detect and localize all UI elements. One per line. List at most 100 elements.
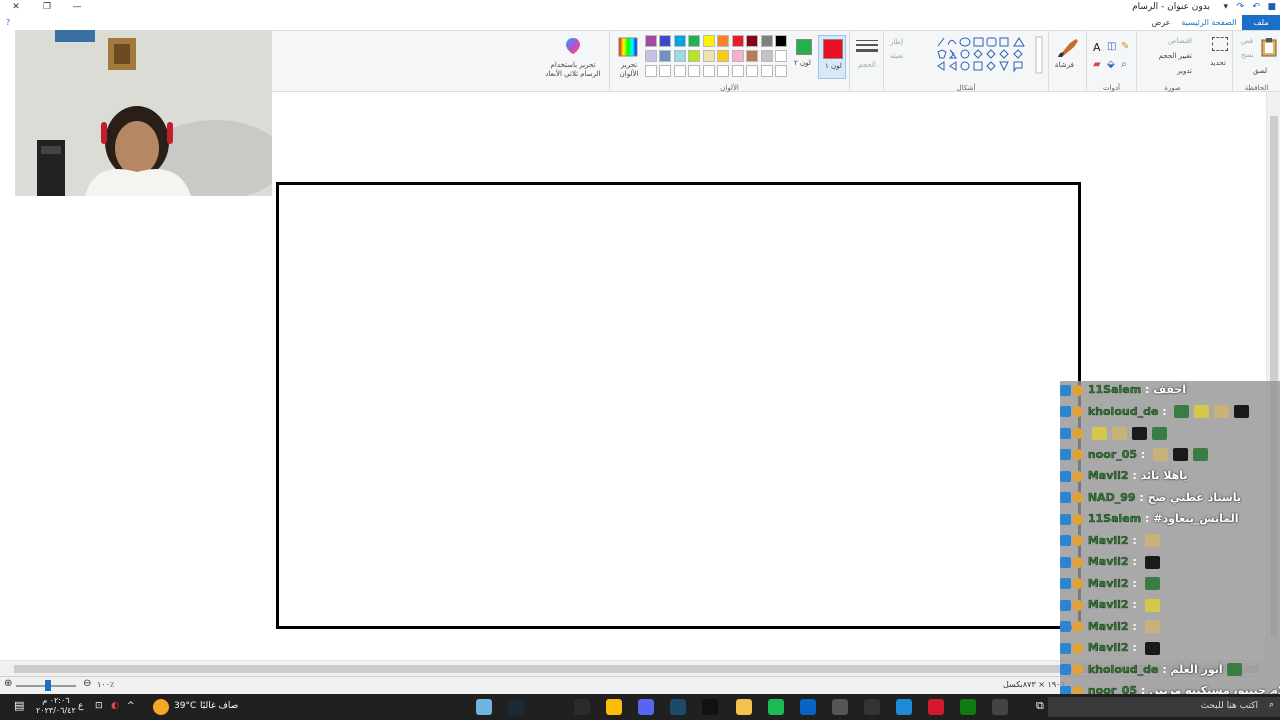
language-indicator[interactable]: ع bbox=[78, 701, 83, 711]
weather-icon[interactable] bbox=[153, 699, 169, 715]
paint-app-icon[interactable] bbox=[476, 699, 492, 715]
resize-label[interactable]: تغيير الحجم bbox=[1159, 52, 1192, 60]
brush-icon[interactable] bbox=[1056, 37, 1080, 59]
chat-username[interactable]: Mavii2 bbox=[1088, 469, 1129, 482]
clock[interactable]: ٠٢:٠٦ م ٢٠٢٣/٠٦/٤٢ bbox=[36, 696, 76, 716]
terminal-icon[interactable] bbox=[864, 699, 880, 715]
palette-swatch[interactable] bbox=[731, 35, 744, 47]
chat-username[interactable]: Mavii2 bbox=[1088, 533, 1129, 546]
zoom-slider-thumb[interactable] bbox=[45, 680, 51, 691]
palette-swatch[interactable] bbox=[673, 50, 686, 62]
outline-label[interactable]: إطار bbox=[890, 38, 903, 46]
palette-swatch[interactable] bbox=[731, 50, 744, 62]
text-tool-icon[interactable]: A bbox=[1093, 41, 1101, 54]
save-icon[interactable]: ■ bbox=[1267, 2, 1276, 12]
edit-colors-label[interactable]: تحرير الألوان bbox=[614, 61, 644, 79]
palette-swatch-empty[interactable] bbox=[659, 65, 671, 77]
palette-swatch[interactable] bbox=[673, 35, 686, 47]
shapes-gallery[interactable] bbox=[936, 36, 1044, 76]
crop-label[interactable]: اقتصاص bbox=[1168, 37, 1192, 45]
outlook-icon[interactable] bbox=[800, 699, 816, 715]
tray-chevron-icon[interactable]: ^ bbox=[127, 701, 135, 711]
notifications-icon[interactable]: ▤ bbox=[14, 699, 24, 712]
chat-username[interactable]: Mavii2 bbox=[1088, 641, 1129, 654]
drawing-canvas[interactable] bbox=[276, 182, 1081, 629]
paste-label[interactable]: لصق bbox=[1253, 67, 1267, 75]
palette-swatch[interactable] bbox=[775, 35, 787, 47]
network-icon[interactable]: ⊡ bbox=[95, 701, 103, 711]
tab-home[interactable]: الصفحة الرئيسية bbox=[1178, 15, 1240, 30]
minimize-button[interactable]: — bbox=[66, 0, 88, 15]
brushes-label[interactable]: فرشاة bbox=[1055, 61, 1074, 69]
color2-swatch[interactable] bbox=[796, 39, 812, 55]
task-view-icon[interactable]: ⧉ bbox=[1036, 699, 1044, 713]
palette-swatch-empty[interactable] bbox=[644, 65, 657, 77]
palette-swatch-empty[interactable] bbox=[688, 65, 700, 77]
cut-label[interactable]: قص bbox=[1241, 37, 1253, 45]
palette-swatch-empty[interactable] bbox=[702, 65, 715, 77]
customize-qat-icon[interactable]: ▾ bbox=[1223, 2, 1228, 12]
folder-icon[interactable] bbox=[736, 699, 752, 715]
rotate-label[interactable]: تدوير bbox=[1177, 67, 1192, 75]
palette-swatch[interactable] bbox=[688, 50, 700, 62]
color1-swatch[interactable] bbox=[823, 39, 843, 59]
fill-bucket-icon[interactable]: ⬙ bbox=[1107, 59, 1115, 70]
chat-username[interactable]: Mavii2 bbox=[1088, 619, 1129, 632]
undo-icon[interactable]: ↶ bbox=[1252, 2, 1260, 12]
magnifier-icon[interactable]: ⌕ bbox=[1121, 59, 1127, 70]
chat-username[interactable]: NAD_99 bbox=[1088, 490, 1136, 503]
copy-label[interactable]: نسخ bbox=[1241, 51, 1254, 59]
palette-swatch[interactable] bbox=[659, 35, 671, 47]
close-button[interactable]: ✕ bbox=[5, 0, 27, 15]
chrome-icon[interactable] bbox=[606, 699, 622, 715]
edge-icon[interactable] bbox=[896, 699, 912, 715]
select-tool[interactable]: تحديد bbox=[1208, 31, 1232, 93]
weather-temp[interactable]: 39°C bbox=[174, 701, 196, 711]
chat-username[interactable]: 11Salem bbox=[1088, 383, 1142, 396]
palette-swatch-empty[interactable] bbox=[775, 65, 787, 77]
settings-gear-icon[interactable] bbox=[992, 699, 1008, 715]
palette-swatch[interactable] bbox=[717, 35, 729, 47]
spotify-icon[interactable] bbox=[768, 699, 784, 715]
color-picker-icon[interactable]: ◫ bbox=[1107, 41, 1116, 52]
palette-swatch[interactable] bbox=[644, 35, 657, 47]
search-box[interactable]: اكتب هنا للبحث ⌕ bbox=[1048, 697, 1280, 717]
pencil-icon[interactable]: ✎ bbox=[1121, 41, 1129, 52]
size-lines-icon[interactable] bbox=[856, 39, 878, 55]
palette-swatch-empty[interactable] bbox=[717, 65, 729, 77]
palette-swatch-empty[interactable] bbox=[673, 65, 686, 77]
color1-selector[interactable]: لون ١ bbox=[818, 35, 846, 79]
chat-username[interactable]: 11Salem bbox=[1088, 512, 1142, 525]
palette-swatch[interactable] bbox=[746, 35, 758, 47]
paint3d-icon[interactable] bbox=[565, 37, 581, 55]
palette-swatch-empty[interactable] bbox=[746, 65, 758, 77]
discord-icon[interactable] bbox=[638, 699, 654, 715]
chat-username[interactable]: kholoud_de bbox=[1088, 404, 1159, 417]
size-label[interactable]: الحجم bbox=[858, 61, 876, 69]
restore-button[interactable]: ❐ bbox=[36, 0, 58, 15]
chat-username[interactable]: Mavii2 bbox=[1088, 598, 1129, 611]
help-icon[interactable]: ? bbox=[2, 15, 14, 30]
palette-swatch-empty[interactable] bbox=[731, 65, 744, 77]
palette-swatch[interactable] bbox=[702, 50, 715, 62]
steam-icon-2[interactable] bbox=[670, 699, 686, 715]
palette-swatch[interactable] bbox=[760, 35, 773, 47]
eraser-icon[interactable]: ▰ bbox=[1093, 59, 1101, 70]
tab-view[interactable]: عرض bbox=[1146, 15, 1176, 30]
zoom-in-icon[interactable]: ⊖ bbox=[83, 678, 91, 689]
palette-swatch[interactable] bbox=[775, 50, 787, 62]
edit-colors-icon[interactable] bbox=[618, 37, 638, 57]
palette-swatch[interactable] bbox=[717, 50, 729, 62]
paste-icon[interactable] bbox=[1261, 37, 1277, 57]
zoom-out-icon[interactable]: ⊕ bbox=[4, 678, 12, 689]
weather-text[interactable]: صاف غالبًا bbox=[200, 701, 238, 711]
paint3d-label[interactable]: تحرير باستخدام الرسام ثلاثي الأبعاد bbox=[541, 61, 605, 79]
chat-username[interactable]: kholoud_de bbox=[1088, 662, 1159, 675]
palette-swatch[interactable] bbox=[688, 35, 700, 47]
chat-username[interactable]: Mavii2 bbox=[1088, 576, 1129, 589]
battlenet-icon[interactable] bbox=[928, 699, 944, 715]
palette-swatch[interactable] bbox=[644, 50, 657, 62]
palette-swatch[interactable] bbox=[659, 50, 671, 62]
fill-label[interactable]: تعبئة bbox=[890, 52, 903, 60]
steam-icon[interactable] bbox=[508, 699, 524, 715]
